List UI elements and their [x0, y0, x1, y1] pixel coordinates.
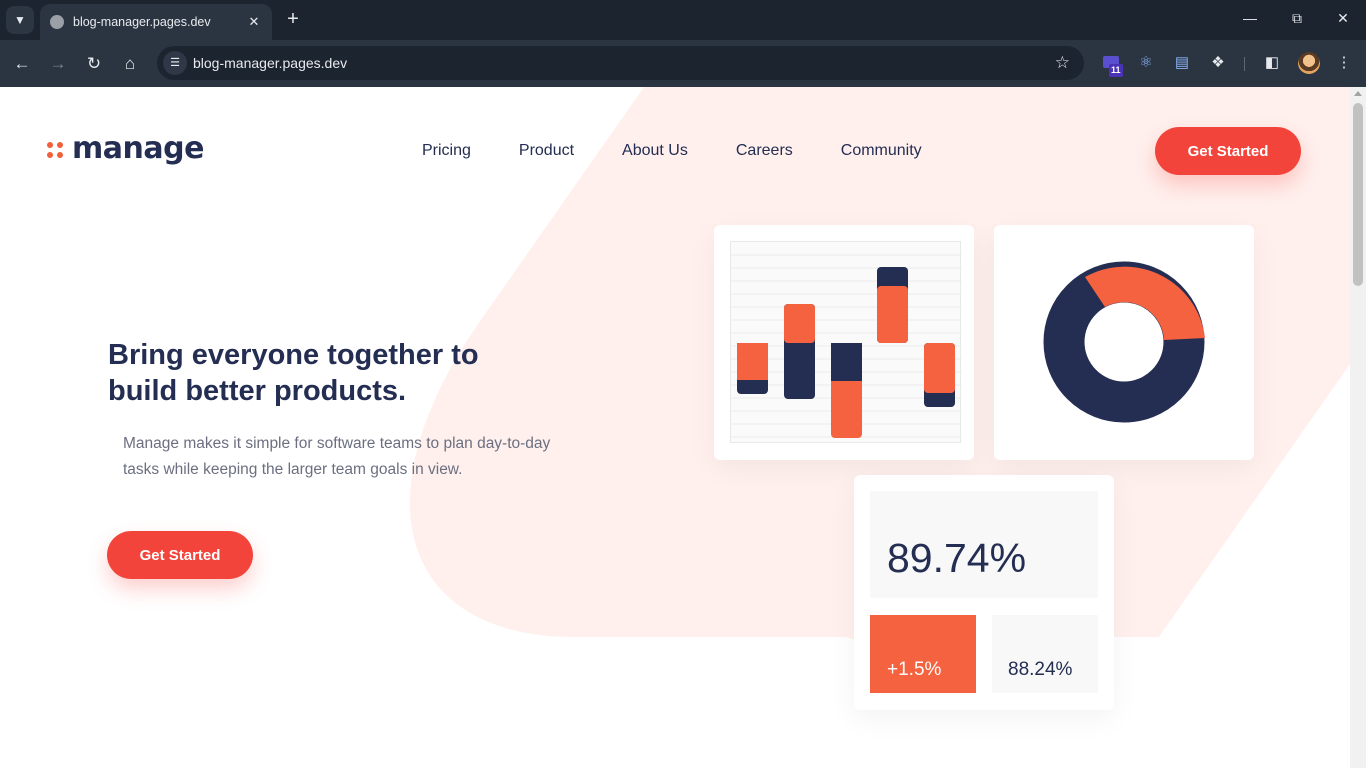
- nav-link-careers[interactable]: Careers: [736, 142, 793, 160]
- scroll-thumb[interactable]: [1353, 103, 1363, 286]
- extension-badge-icon[interactable]: 11: [1103, 56, 1125, 78]
- hero-get-started-button[interactable]: Get Started: [107, 531, 253, 579]
- browser-toolbar: ← → ↻ ⌂ ☰ blog-manager.pages.dev ☆ ⚛ ▤ ❖…: [0, 40, 1366, 87]
- header-get-started-button[interactable]: Get Started: [1155, 127, 1301, 175]
- logo-text: manage: [72, 131, 204, 166]
- url-text[interactable]: blog-manager.pages.dev: [193, 55, 347, 71]
- toolbar-divider: [1244, 57, 1245, 71]
- minimize-icon[interactable]: —: [1240, 10, 1260, 26]
- nav-link-community[interactable]: Community: [841, 142, 922, 160]
- restore-icon[interactable]: ⧉: [1287, 10, 1307, 27]
- close-tab-icon[interactable]: ✕: [246, 14, 262, 30]
- tab-title: blog-manager.pages.dev: [73, 15, 211, 29]
- metric-main-value: 89.74%: [887, 535, 1027, 581]
- metric-change-box: [870, 615, 976, 693]
- browser-tab-bar: ▼ blog-manager.pages.dev ✕ + — ⧉ ✕: [0, 0, 1366, 40]
- home-icon[interactable]: ⌂: [119, 53, 141, 75]
- browser-menu-icon[interactable]: ⋮: [1333, 52, 1355, 74]
- radio-extension-icon[interactable]: ▤: [1171, 52, 1193, 74]
- nav-link-about-us[interactable]: About Us: [622, 142, 688, 160]
- tab-search-button[interactable]: ▼: [6, 6, 34, 34]
- side-panel-icon[interactable]: ◧: [1261, 52, 1283, 74]
- logo-dots-icon: [47, 140, 65, 158]
- address-bar[interactable]: ☰ blog-manager.pages.dev ☆: [157, 46, 1084, 80]
- metric-change-value: +1.5%: [887, 659, 942, 680]
- hero-title: Bring everyone together to build better …: [108, 339, 479, 407]
- reload-icon[interactable]: ↻: [83, 53, 105, 75]
- site-settings-icon[interactable]: ☰: [163, 51, 187, 75]
- page-viewport: manage Pricing Product About Us Careers …: [0, 87, 1366, 768]
- bar-chart-illustration: [730, 241, 962, 443]
- main-nav: Pricing Product About Us Careers Communi…: [422, 142, 970, 160]
- hero-description: Manage makes it simple for software team…: [123, 435, 551, 478]
- forward-icon[interactable]: →: [47, 53, 69, 75]
- profile-avatar[interactable]: [1298, 52, 1320, 74]
- globe-icon: [50, 15, 64, 29]
- nav-link-product[interactable]: Product: [519, 142, 574, 160]
- metric-secondary-box: [992, 615, 1098, 693]
- extensions-puzzle-icon[interactable]: ❖: [1207, 52, 1229, 74]
- bookmark-star-icon[interactable]: ☆: [1055, 53, 1070, 73]
- donut-chart-graphic: [1043, 261, 1205, 423]
- react-devtools-icon[interactable]: ⚛: [1135, 52, 1157, 74]
- donut-chart-card: [994, 225, 1254, 460]
- new-tab-button[interactable]: +: [282, 8, 304, 30]
- scroll-up-arrow-icon[interactable]: [1354, 91, 1362, 96]
- bar-chart-graphic: [731, 254, 962, 438]
- browser-tab[interactable]: blog-manager.pages.dev ✕: [40, 4, 272, 40]
- close-window-icon[interactable]: ✕: [1333, 10, 1353, 27]
- page-scrollbar[interactable]: [1350, 87, 1366, 768]
- logo[interactable]: manage: [47, 131, 204, 166]
- metric-secondary-value: 88.24%: [1008, 659, 1073, 680]
- back-icon[interactable]: ←: [11, 53, 33, 75]
- nav-link-pricing[interactable]: Pricing: [422, 142, 471, 160]
